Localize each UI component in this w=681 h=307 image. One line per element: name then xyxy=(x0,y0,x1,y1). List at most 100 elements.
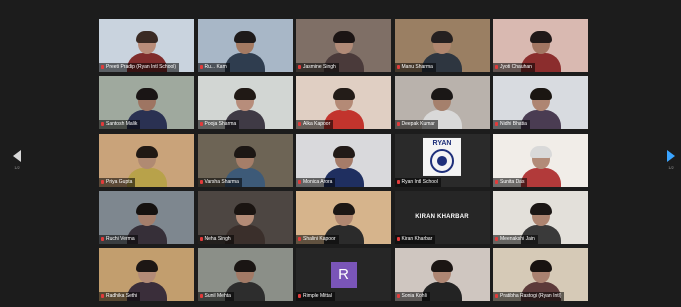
mic-muted-icon xyxy=(495,179,498,184)
participant-name-label: Kiran Kharbar xyxy=(394,234,436,244)
participant-hair xyxy=(234,145,256,158)
participant-name-label: Rimple Mittal xyxy=(296,292,335,301)
participant-hair xyxy=(529,88,552,101)
participant-name: Shalini Kapoor xyxy=(303,235,336,242)
mic-muted-icon xyxy=(199,294,203,298)
mic-muted-icon xyxy=(495,122,498,127)
mic-muted-icon xyxy=(396,236,400,241)
participant-hair xyxy=(332,145,355,158)
mic-muted-icon xyxy=(396,179,400,184)
participant-tile[interactable]: Varsha Sharma xyxy=(197,133,293,187)
mic-muted-icon xyxy=(101,179,104,184)
participant-name-label: Sunita Das xyxy=(493,177,528,187)
participant-tile[interactable]: Priya Gupta xyxy=(99,133,194,187)
participant-hair xyxy=(332,202,355,215)
logo-emblem xyxy=(430,148,454,173)
participant-name: Monica Arora xyxy=(303,178,333,185)
participant-name-label: Preeti Pradip (Ryan Intl School) xyxy=(99,63,180,72)
participant-name-label: Nidhi Bhatia xyxy=(493,120,530,130)
participant-name-label: Priya Gupta xyxy=(99,177,136,187)
participant-name: Alka Kapoor xyxy=(303,121,331,128)
participant-tile[interactable]: Sonia Kohli xyxy=(394,248,490,301)
logo-text: RYAN xyxy=(432,139,452,147)
participant-tile[interactable]: Manu Sharma xyxy=(394,19,490,72)
participant-tile[interactable]: Pooja Sharma xyxy=(197,76,293,130)
participant-name: Priya Gupta xyxy=(106,178,133,185)
participant-name-label: Jyoti Chauhan xyxy=(493,63,535,72)
mic-muted-icon xyxy=(298,179,301,184)
participant-name-label: Deepak Kumar xyxy=(394,120,438,130)
mic-muted-icon xyxy=(396,294,400,298)
next-page-button[interactable]: 1/2 xyxy=(662,150,680,180)
participant-tile[interactable]: Deepak Kumar xyxy=(394,76,490,130)
participant-tile[interactable]: Ru... Kam xyxy=(197,19,293,72)
participant-tile[interactable]: Radhika Sethi xyxy=(99,248,194,301)
participant-tile[interactable]: Jasmine Singh xyxy=(296,19,391,72)
participant-name: Ruchi Verma xyxy=(106,235,135,242)
participant-tile[interactable]: Preeti Pradip (Ryan Intl School) xyxy=(99,19,194,72)
mic-muted-icon xyxy=(396,122,400,127)
participant-name: Deepak Kumar xyxy=(401,121,435,128)
mic-muted-icon xyxy=(101,122,104,127)
avatar: R xyxy=(330,261,357,288)
participant-hair xyxy=(234,202,256,215)
participant-hair xyxy=(135,88,158,101)
participant-tile[interactable]: Alka Kapoor xyxy=(296,76,391,130)
page-indicator: 1/2 xyxy=(668,165,674,170)
participant-tile[interactable]: KIRAN KHARBAR Kiran Kharbar xyxy=(394,190,490,244)
mic-muted-icon xyxy=(298,65,301,69)
participant-tile[interactable]: Ruchi Verma xyxy=(99,190,194,244)
participant-hair xyxy=(135,260,158,272)
participant-name-label: Sunil Mehta xyxy=(197,292,234,301)
participant-tile[interactable]: Santosh Malik xyxy=(99,76,194,130)
participant-tile[interactable]: Sunil Mehta xyxy=(197,248,293,301)
participant-figure xyxy=(225,31,265,72)
participant-hair xyxy=(234,88,256,101)
participant-name: Pooja Sharma xyxy=(204,121,237,128)
mic-muted-icon xyxy=(298,294,301,298)
participant-name: Rimple Mittal xyxy=(303,293,332,299)
participant-tile[interactable]: Neha Singh xyxy=(197,190,293,244)
participant-name-label: Neha Singh xyxy=(197,234,234,244)
mic-muted-icon xyxy=(495,65,498,69)
participant-hair xyxy=(135,31,158,43)
video-meeting-gallery-view: 1/2 Preeti Pradip (Ryan Intl School) Ru..… xyxy=(0,0,681,307)
participant-name-label: Alka Kapoor xyxy=(296,120,334,130)
mic-muted-icon xyxy=(199,65,203,69)
participant-name-label: Meenakshi Jain xyxy=(493,234,538,244)
participant-name: Preeti Pradip (Ryan Intl School) xyxy=(106,64,177,70)
mic-muted-icon xyxy=(298,236,301,241)
participant-tile[interactable]: Shalini Kapoor xyxy=(296,190,391,244)
participant-name-label: Sonia Kohli xyxy=(394,292,430,301)
participant-hair xyxy=(135,202,158,215)
participant-tile[interactable]: Monica Arora xyxy=(296,133,391,187)
participant-tile[interactable]: RYAN Ryan Intl School xyxy=(394,133,490,187)
chevron-right-icon xyxy=(667,150,675,162)
participant-name-label: Ryan Intl School xyxy=(394,177,441,187)
mic-muted-icon xyxy=(199,179,203,184)
participant-name: Nidhi Bhatia xyxy=(500,121,527,128)
participant-name-label: Pratibha Rastogi (Ryan Intl) xyxy=(493,292,565,301)
participant-name-label: Shalini Kapoor xyxy=(296,234,339,244)
participant-name: Sunil Mehta xyxy=(204,293,231,299)
participant-tile[interactable]: Nidhi Bhatia xyxy=(493,76,588,130)
mic-muted-icon xyxy=(396,65,400,69)
participant-name: Ru... Kam xyxy=(204,64,227,70)
participant-name: Ryan Intl School xyxy=(401,178,438,185)
mic-muted-icon xyxy=(495,236,498,241)
participant-hair xyxy=(234,31,256,43)
participant-tile[interactable]: Sunita Das xyxy=(493,133,588,187)
participant-name: Varsha Sharma xyxy=(204,178,239,185)
participant-tile[interactable]: Meenakshi Jain xyxy=(493,190,588,244)
participant-name: Jasmine Singh xyxy=(303,64,336,70)
participant-name: Manu Sharma xyxy=(401,64,433,70)
mic-muted-icon xyxy=(495,294,498,298)
previous-page-button[interactable]: 1/2 xyxy=(8,150,26,180)
mic-muted-icon xyxy=(101,294,104,298)
participant-name: Pratibha Rastogi (Ryan Intl) xyxy=(500,293,562,299)
mic-muted-icon xyxy=(199,236,203,241)
participant-name: Santosh Malik xyxy=(106,121,138,128)
participant-tile[interactable]: Pratibha Rastogi (Ryan Intl) xyxy=(493,248,588,301)
participant-tile[interactable]: R Rimple Mittal xyxy=(296,248,391,301)
participant-tile[interactable]: Jyoti Chauhan xyxy=(493,19,588,72)
